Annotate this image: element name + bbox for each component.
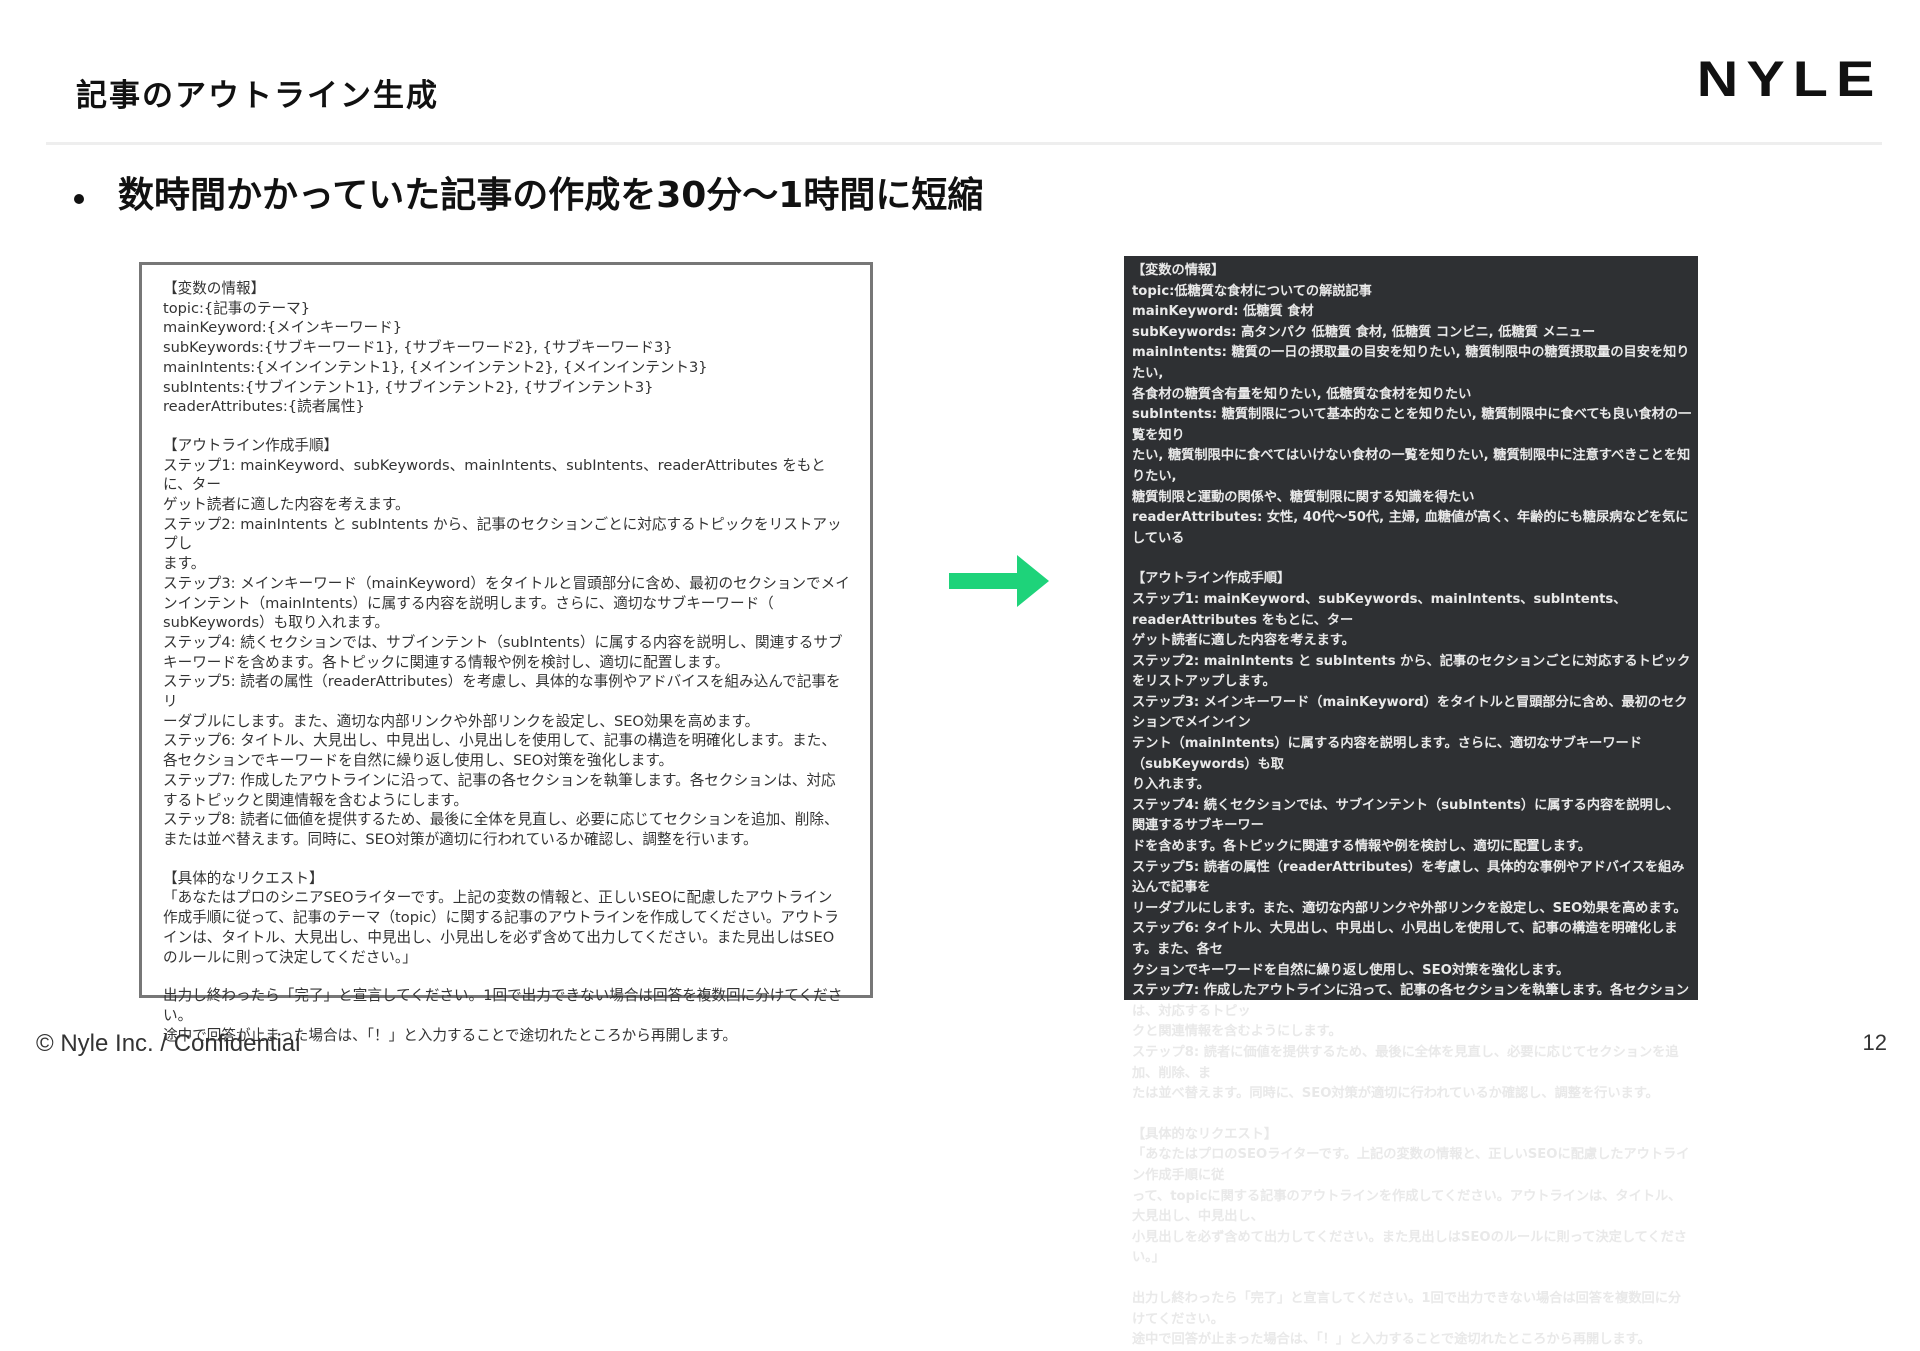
template-prompt-panel: 【変数の情報】 topic:{記事のテーマ} mainKeyword:{メインキ… [139, 262, 873, 1044]
filled-variables: 【変数の情報】 topic:低糖質な食材についての解説記事 mainKeywor… [1132, 263, 1692, 546]
filled-steps: 【アウトライン作成手順】 ステップ1: mainKeyword、subKeywo… [1132, 571, 1691, 1102]
nyle-logo: NYLE [1696, 51, 1882, 107]
template-steps: 【アウトライン作成手順】 ステップ1: mainKeyword、subKeywo… [163, 436, 850, 848]
right-arrow-icon [949, 555, 1049, 607]
footer-copyright: © Nyle Inc. / Confidential [36, 1030, 301, 1057]
bullet-point: 数時間かかっていた記事の作成を30分〜1時間に短縮 [74, 166, 983, 218]
header-divider [46, 142, 1882, 145]
filled-closing: 出力し終わったら「完了」と宣言してください。1回で出力できない場合は回答を複数回… [1132, 1290, 1682, 1348]
filled-prompt-panel: 【変数の情報】 topic:低糖質な食材についての解説記事 mainKeywor… [1124, 256, 1698, 1347]
template-variables: 【変数の情報】 topic:{記事のテーマ} mainKeyword:{メインキ… [163, 280, 708, 416]
template-request: 【具体的なリクエスト】 「あなたはプロのシニアSEOライターです。上記の変数の情… [163, 869, 839, 966]
bullet-dot-icon [74, 194, 84, 204]
bullet-text: 数時間かかっていた記事の作成を30分〜1時間に短縮 [118, 175, 984, 216]
filled-request: 【具体的なリクエスト】 「あなたはプロのSEOライターです。上記の変数の情報と、… [1132, 1126, 1690, 1266]
slide-title: 記事のアウトライン生成 [76, 78, 439, 114]
page-number: 12 [1862, 1030, 1887, 1055]
